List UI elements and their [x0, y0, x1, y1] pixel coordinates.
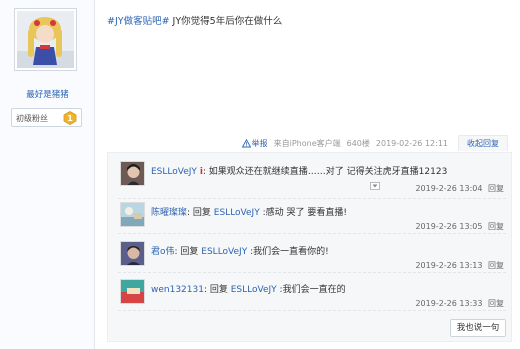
sub-reply-user[interactable]: ESLLoVeJY [151, 167, 197, 177]
sub-reply-item: ESLLoVeJY i: 如果观众还在就继续直播……对了 记得关注虎牙直播121… [118, 161, 506, 199]
sub-reply-meta: 2019-2-26 13:33 回复 [415, 298, 504, 309]
level-title: 初级粉丝 [16, 114, 48, 123]
sub-reply-prefix: : 回复 [203, 285, 231, 295]
post-datetime: 2019-02-26 12:11 [375, 138, 448, 148]
level-badge-box[interactable]: 初级粉丝 1 [11, 108, 82, 127]
sub-reply-content: :感动 哭了 要看直播! [259, 208, 347, 218]
sub-reply-item: wen132131: 回复 ESLLoVeJY :我们会一直在的 2019-2-… [118, 279, 506, 311]
sub-reply-item: 君o伟: 回复 ESLLoVeJY :我们会一直看你的! 2019-2-26 1… [118, 241, 506, 273]
sub-reply-user[interactable]: 君o伟 [151, 247, 175, 257]
author-avatar-image [17, 11, 74, 68]
report-label: 举报 [251, 138, 268, 148]
sub-reply-mention[interactable]: ESLLoVeJY [214, 208, 260, 218]
post-topic-tag[interactable]: #JY做客贴吧# [107, 16, 170, 27]
post-source: 来自iPhone客户端 [273, 138, 341, 148]
sub-reply-content: :我们会一直看你的! [247, 247, 329, 257]
say-something-button[interactable]: 我也说一句 [450, 319, 506, 337]
sub-reply-content: : 如果观众还在就继续直播……对了 记得关注虎牙直播12123 [202, 167, 448, 177]
sub-reply-reply-button[interactable]: 回复 [488, 299, 504, 308]
sub-reply-prefix: : 回复 [187, 208, 214, 218]
sub-reply-avatar[interactable] [120, 279, 145, 304]
post-text: JY你觉得5年后你在做什么 [169, 16, 283, 27]
sub-reply-panel: ESLLoVeJY i: 如果观众还在就继续直播……对了 记得关注虎牙直播121… [107, 152, 512, 342]
sub-reply-reply-button[interactable]: 回复 [488, 184, 504, 193]
level-number: 1 [67, 114, 73, 123]
sub-reply-reply-button[interactable]: 回复 [488, 222, 504, 231]
sub-reply-mention[interactable]: ESLLoVeJY [231, 285, 277, 295]
sub-reply-avatar[interactable] [120, 161, 145, 186]
sub-reply-text: ESLLoVeJY i: 如果观众还在就继续直播……对了 记得关注虎牙直播121… [151, 164, 447, 177]
sub-reply-time: 2019-2-26 13:33 [415, 299, 483, 308]
sub-reply-text: 君o伟: 回复 ESLLoVeJY :我们会一直看你的! [151, 244, 329, 257]
sub-reply-reply-button[interactable]: 回复 [488, 261, 504, 270]
level-badge-icon: 1 [63, 111, 77, 125]
sub-reply-content: :我们会一直在的 [276, 285, 346, 295]
sub-reply-user[interactable]: wen132131 [151, 285, 204, 295]
sub-reply-meta: 2019-2-26 13:05 回复 [415, 221, 504, 232]
sub-reply-time: 2019-2-26 13:05 [415, 222, 483, 231]
sub-reply-time: 2019-2-26 13:04 [415, 184, 483, 193]
author-avatar[interactable] [14, 8, 77, 71]
post-floor: 640楼 [346, 138, 370, 148]
report-link[interactable]: 举报 [241, 138, 268, 149]
sub-reply-time: 2019-2-26 13:13 [415, 261, 483, 270]
collapse-replies-button[interactable]: 收起回复 [458, 135, 508, 151]
sub-reply-avatar[interactable] [120, 202, 145, 227]
sub-reply-item: 陈曜璨璨: 回复 ESLLoVeJY :感动 哭了 要看直播! 2019-2-2… [118, 202, 506, 234]
post-content: #JY做客贴吧# JY你觉得5年后你在做什么 [107, 13, 282, 27]
sub-reply-text: 陈曜璨璨: 回复 ESLLoVeJY :感动 哭了 要看直播! [151, 205, 347, 218]
sub-reply-text: wen132131: 回复 ESLLoVeJY :我们会一直在的 [151, 282, 346, 295]
post-tail: 举报 来自iPhone客户端 640楼 2019-02-26 12:11 收起回… [236, 135, 508, 151]
author-column: 最好是猪猪 初级粉丝 1 [0, 0, 95, 349]
sub-reply-avatar[interactable] [120, 241, 145, 266]
sub-reply-meta: 2019-2-26 13:13 回复 [415, 260, 504, 271]
sub-reply-prefix: : 回复 [174, 247, 202, 257]
report-icon [241, 138, 251, 147]
expand-icon[interactable] [370, 182, 380, 190]
sub-reply-user[interactable]: 陈曜璨璨 [151, 208, 187, 218]
author-name[interactable]: 最好是猪猪 [0, 88, 95, 100]
sub-reply-meta: 2019-2-26 13:04 回复 [415, 183, 504, 194]
sub-reply-mention[interactable]: ESLLoVeJY [201, 247, 247, 257]
